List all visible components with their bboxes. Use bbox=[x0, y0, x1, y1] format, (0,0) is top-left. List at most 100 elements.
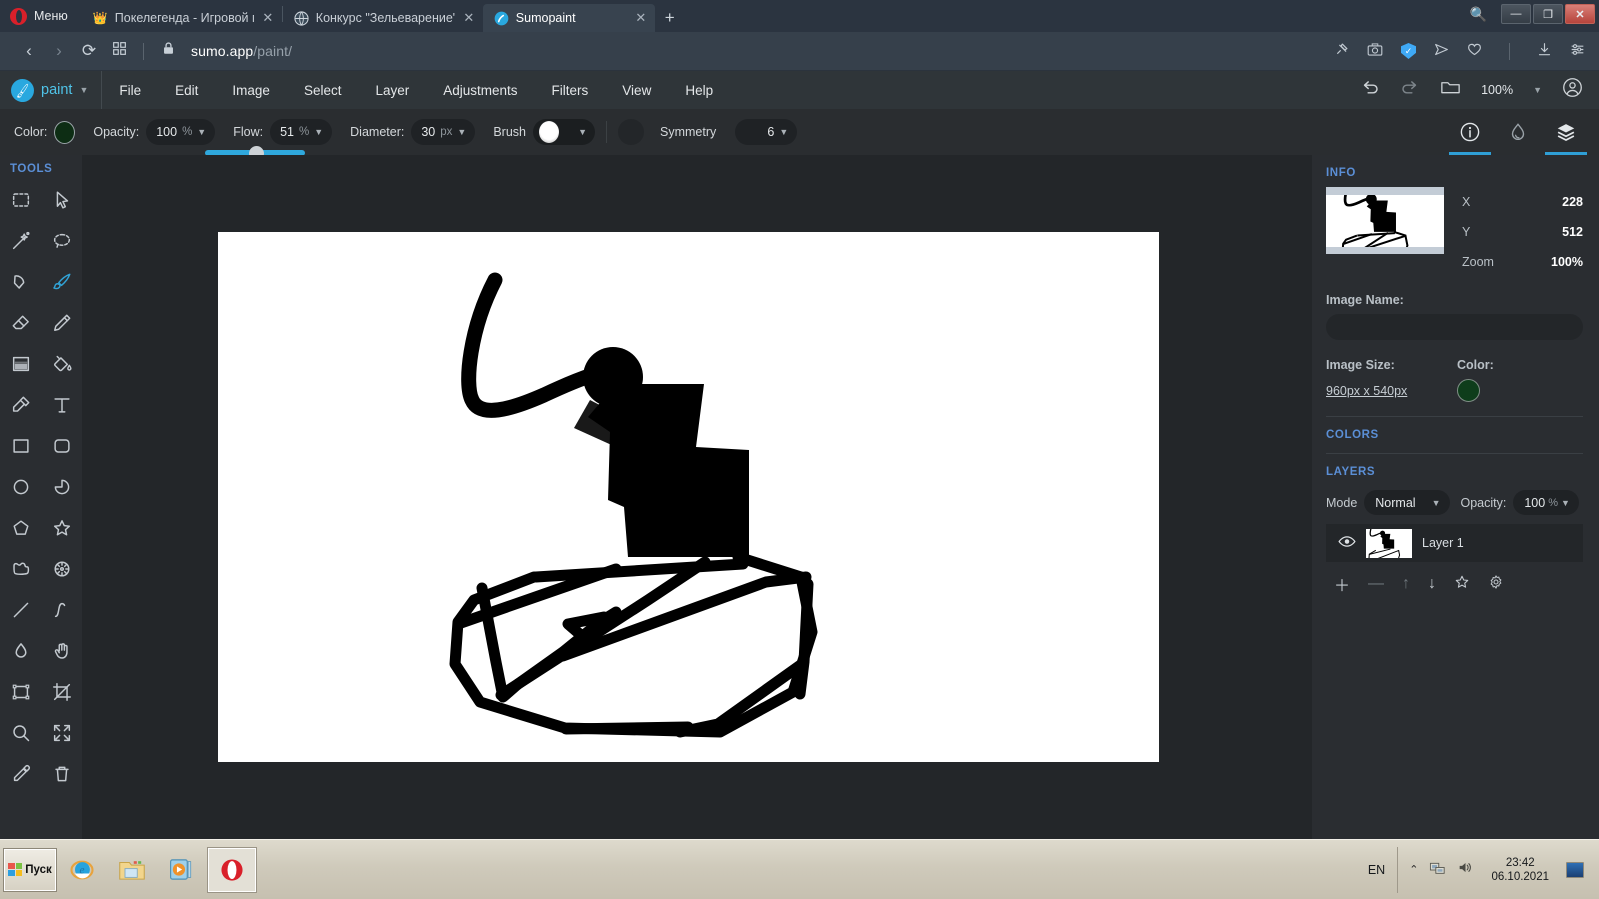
image-name-input[interactable] bbox=[1326, 314, 1583, 340]
star-tool[interactable] bbox=[41, 507, 82, 548]
rounded-rectangle-tool[interactable] bbox=[41, 425, 82, 466]
gradient-tool[interactable] bbox=[0, 343, 41, 384]
paint-bucket-tool[interactable] bbox=[41, 343, 82, 384]
lock-icon[interactable] bbox=[153, 41, 183, 61]
camera-icon[interactable] bbox=[1367, 42, 1383, 60]
canvas-workspace[interactable] bbox=[82, 155, 1312, 839]
menu-item-layer[interactable]: Layer bbox=[358, 71, 426, 109]
back-button[interactable]: ‹ bbox=[14, 41, 44, 61]
magic-wand-tool[interactable] bbox=[0, 220, 41, 261]
maximize-button[interactable]: ❐ bbox=[1533, 4, 1563, 24]
brush-preset-dropdown[interactable]: ▼ bbox=[533, 119, 595, 145]
reload-button[interactable]: ⟳ bbox=[74, 41, 104, 61]
move-tool[interactable] bbox=[41, 179, 82, 220]
hand-tool[interactable] bbox=[41, 630, 82, 671]
close-tab-3-icon[interactable]: ✕ bbox=[634, 10, 648, 26]
move-layer-up-icon[interactable]: ↑ bbox=[1402, 575, 1410, 593]
show-hidden-icons-button[interactable]: ⌃ bbox=[1409, 863, 1418, 876]
eyedropper-tool[interactable] bbox=[0, 753, 41, 794]
app-brand[interactable]: 🖌 paint ▼ bbox=[0, 71, 102, 109]
blur-drop-tool[interactable] bbox=[0, 630, 41, 671]
polygon-tool[interactable] bbox=[0, 507, 41, 548]
grid-icon[interactable] bbox=[104, 41, 134, 61]
file-explorer-icon[interactable] bbox=[107, 847, 157, 893]
lasso-tool[interactable] bbox=[41, 220, 82, 261]
pie-tool[interactable] bbox=[41, 466, 82, 507]
color-tab[interactable] bbox=[1507, 109, 1529, 155]
browser-tab-1[interactable]: 👑 Покелегенда - Игровой мир. ✕ bbox=[82, 4, 282, 32]
close-tab-1-icon[interactable]: ✕ bbox=[261, 10, 275, 26]
new-tab-button[interactable]: + bbox=[655, 8, 685, 32]
favorite-layer-icon[interactable] bbox=[1454, 574, 1470, 595]
zoom-level-label[interactable]: 100% bbox=[1481, 83, 1513, 97]
curve-tool[interactable] bbox=[41, 589, 82, 630]
foreground-color-swatch[interactable] bbox=[54, 121, 75, 144]
pin-icon[interactable] bbox=[1334, 42, 1349, 60]
opera-menu-button[interactable]: Меню bbox=[0, 0, 82, 32]
menu-item-edit[interactable]: Edit bbox=[158, 71, 215, 109]
show-desktop-button[interactable] bbox=[1566, 862, 1584, 878]
settings-sliders-icon[interactable] bbox=[1570, 42, 1585, 60]
blob-tool[interactable] bbox=[0, 548, 41, 589]
zoom-tool[interactable] bbox=[0, 712, 41, 753]
close-tab-2-icon[interactable]: ✕ bbox=[462, 10, 476, 26]
account-icon[interactable] bbox=[1562, 77, 1583, 104]
menu-item-view[interactable]: View bbox=[605, 71, 668, 109]
layer-list-item[interactable]: Layer 1 bbox=[1326, 524, 1583, 562]
image-size-value[interactable]: 960px x 540px bbox=[1326, 384, 1457, 398]
menu-item-help[interactable]: Help bbox=[668, 71, 730, 109]
info-tab[interactable] bbox=[1459, 109, 1481, 155]
fullscreen-tool[interactable] bbox=[41, 712, 82, 753]
menu-item-image[interactable]: Image bbox=[215, 71, 287, 109]
redo-icon[interactable] bbox=[1400, 77, 1420, 103]
menu-item-filters[interactable]: Filters bbox=[535, 71, 606, 109]
start-button[interactable]: Пуск bbox=[3, 848, 57, 892]
paint-canvas[interactable] bbox=[218, 232, 1159, 762]
pen-tool[interactable] bbox=[0, 261, 41, 302]
line-tool[interactable] bbox=[0, 589, 41, 630]
opacity-value-dropdown[interactable]: 100 % ▼ bbox=[146, 119, 215, 145]
symmetry-value-dropdown[interactable]: 6 ▼ bbox=[735, 119, 797, 145]
network-icon[interactable] bbox=[1429, 860, 1446, 880]
heart-icon[interactable] bbox=[1467, 42, 1482, 60]
text-tool[interactable] bbox=[41, 384, 82, 425]
crop-tool[interactable] bbox=[41, 671, 82, 712]
pencil-tool[interactable] bbox=[41, 302, 82, 343]
marquee-select-tool[interactable] bbox=[0, 179, 41, 220]
zoom-chevron-down-icon[interactable]: ▼ bbox=[1533, 85, 1542, 95]
close-window-button[interactable]: ✕ bbox=[1565, 4, 1595, 24]
ellipse-tool[interactable] bbox=[0, 466, 41, 507]
layer-opacity-dropdown[interactable]: 100 % ▼ bbox=[1513, 490, 1579, 515]
add-layer-icon[interactable]: ＋ bbox=[1334, 572, 1350, 596]
layer-visibility-icon[interactable] bbox=[1338, 535, 1356, 551]
transform-tool[interactable] bbox=[0, 671, 41, 712]
remove-layer-icon[interactable]: — bbox=[1368, 575, 1384, 593]
download-icon[interactable] bbox=[1537, 42, 1552, 60]
taskbar-clock[interactable]: 23:42 06.10.2021 bbox=[1485, 856, 1555, 884]
layers-tab[interactable] bbox=[1555, 109, 1577, 155]
tab-search-icon[interactable]: 🔍 bbox=[1470, 6, 1499, 27]
move-layer-down-icon[interactable]: ↓ bbox=[1428, 575, 1436, 593]
clone-stamp-tool[interactable] bbox=[0, 384, 41, 425]
brush-tool[interactable] bbox=[41, 261, 82, 302]
browser-tab-3[interactable]: Sumopaint ✕ bbox=[483, 4, 655, 32]
browser-tab-2[interactable]: Конкурс "Зельеварение" - П ✕ bbox=[283, 4, 483, 32]
rectangle-tool[interactable] bbox=[0, 425, 41, 466]
shield-icon[interactable]: ✓ bbox=[1401, 43, 1416, 59]
current-color-swatch[interactable] bbox=[1457, 379, 1480, 402]
layer-settings-icon[interactable] bbox=[1488, 574, 1504, 595]
internet-explorer-icon[interactable]: e bbox=[57, 847, 107, 893]
menu-item-adjustments[interactable]: Adjustments bbox=[426, 71, 534, 109]
menu-item-file[interactable]: File bbox=[102, 71, 158, 109]
eraser-tool[interactable] bbox=[0, 302, 41, 343]
volume-icon[interactable] bbox=[1457, 860, 1474, 880]
forward-button[interactable]: › bbox=[44, 41, 74, 61]
opera-icon[interactable] bbox=[207, 847, 257, 893]
layer-mode-dropdown[interactable]: Normal ▼ bbox=[1364, 490, 1449, 515]
symmetry-preview-swatch[interactable] bbox=[618, 119, 644, 145]
trash-tool[interactable] bbox=[41, 753, 82, 794]
minimize-button[interactable]: — bbox=[1501, 4, 1531, 24]
media-player-icon[interactable] bbox=[157, 847, 207, 893]
url-text[interactable]: sumo.app/paint/ bbox=[191, 43, 292, 59]
symmetry-tool[interactable] bbox=[41, 548, 82, 589]
